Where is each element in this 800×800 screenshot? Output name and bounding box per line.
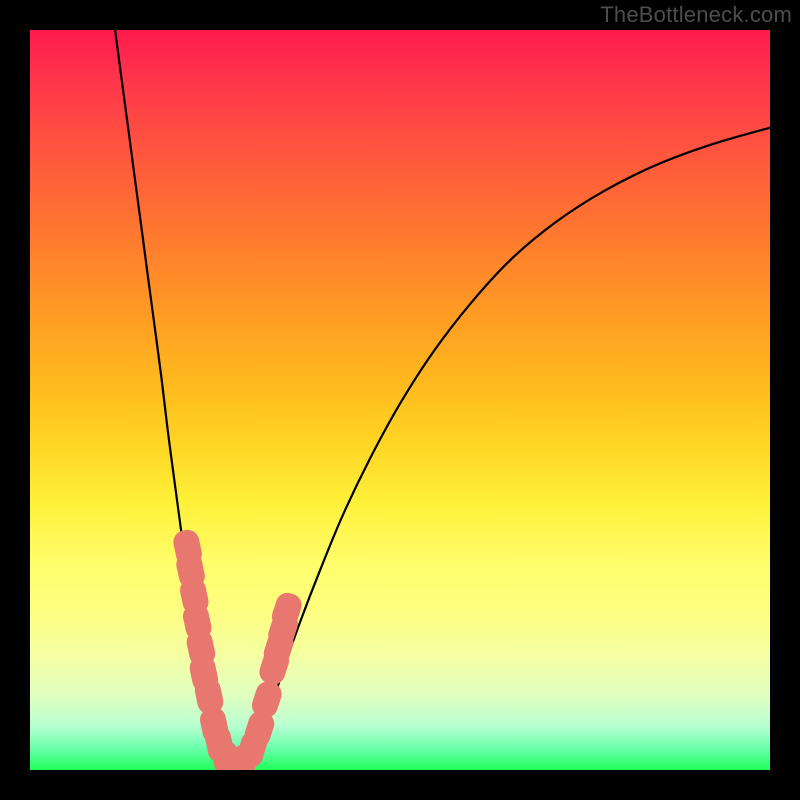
watermark-text: TheBottleneck.com (600, 2, 792, 28)
curve-left-arm (115, 30, 235, 769)
marker-group (171, 528, 305, 770)
chart-svg (30, 30, 770, 770)
chart-frame: TheBottleneck.com (0, 0, 800, 800)
plot-area (30, 30, 770, 770)
curve-right-arm (235, 128, 770, 769)
